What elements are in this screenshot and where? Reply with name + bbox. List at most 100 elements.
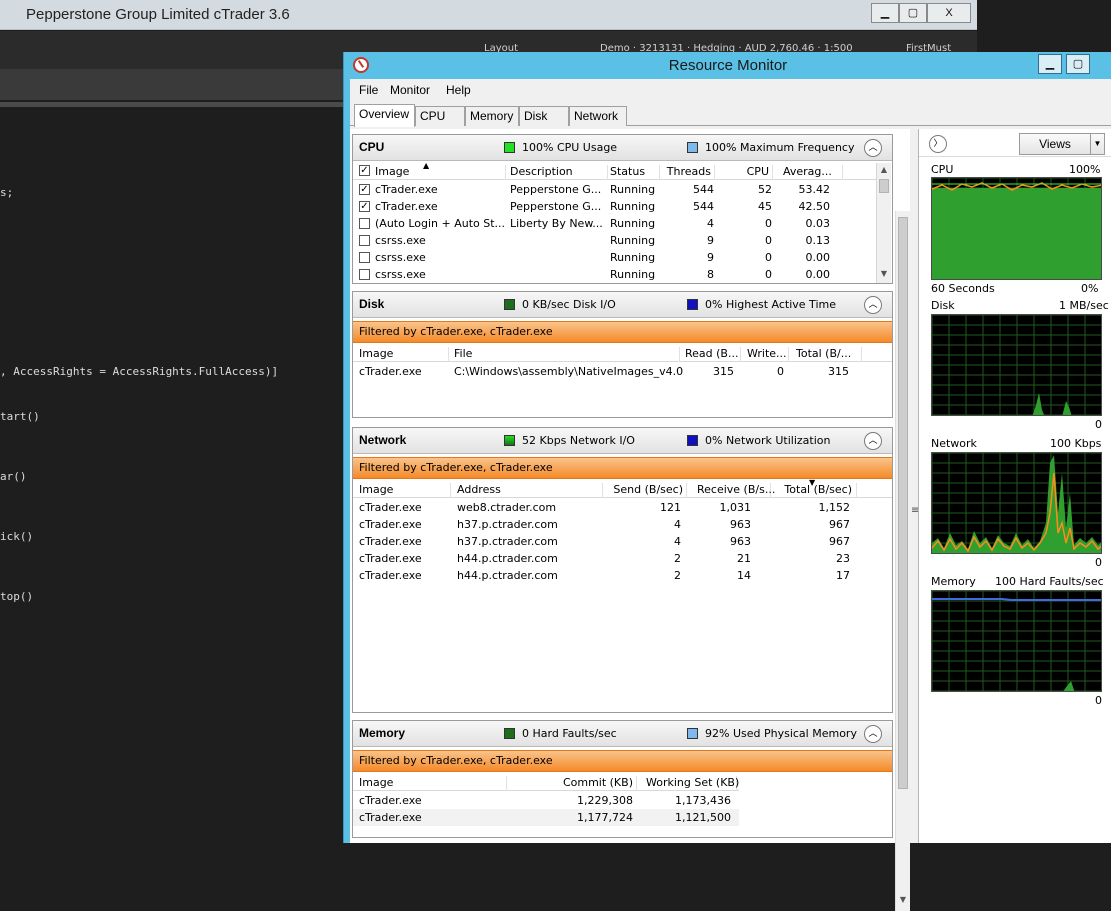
cpu-section-title: CPU xyxy=(359,140,385,154)
chevron-down-icon[interactable]: ▼ xyxy=(1090,134,1104,154)
table-row[interactable]: cTrader.exe 1,229,308 1,173,436 xyxy=(353,792,739,809)
col-send[interactable]: Send (B/sec) xyxy=(603,483,687,498)
scroll-down-icon[interactable]: ▼ xyxy=(877,267,891,281)
col-address[interactable]: Address xyxy=(457,483,603,498)
col-image[interactable]: Image xyxy=(359,347,449,362)
rm-maximize-button[interactable]: ▢ xyxy=(1066,54,1090,74)
col-threads[interactable]: Threads xyxy=(661,165,715,180)
col-image[interactable]: Image xyxy=(375,165,506,180)
cell-threads: 9 xyxy=(707,234,714,247)
table-row[interactable]: csrss.exe Running 8 0 0.00 xyxy=(353,266,876,283)
table-row[interactable]: cTrader.exe h37.p.ctrader.com 4 963 967 xyxy=(353,533,892,550)
col-receive[interactable]: Receive (B/s... xyxy=(691,483,775,498)
cpu-graph-label: CPU xyxy=(931,163,954,176)
ctrader-minimize-button[interactable]: ▁ xyxy=(871,3,899,23)
table-row[interactable]: cTrader.exe h37.p.ctrader.com 4 963 967 xyxy=(353,516,892,533)
max-frequency-swatch xyxy=(687,142,698,153)
cell-send: 2 xyxy=(674,552,681,565)
memory-section-header[interactable]: Memory 0 Hard Faults/sec 92% Used Physic… xyxy=(353,721,892,747)
overview-scrollbar[interactable]: ▼ xyxy=(895,211,910,911)
rm-title: Resource Monitor xyxy=(668,57,788,74)
col-cpu[interactable]: CPU xyxy=(717,165,773,180)
row-checkbox[interactable] xyxy=(359,269,370,280)
col-write[interactable]: Write... xyxy=(747,347,789,362)
network-collapse-icon[interactable]: ︿ xyxy=(864,432,882,450)
row-checkbox[interactable] xyxy=(359,235,370,246)
cell-average: 0.03 xyxy=(805,217,831,230)
cell-image: cTrader.exe xyxy=(359,535,422,548)
tab-memory[interactable]: Memory xyxy=(465,106,519,126)
col-image[interactable]: Image xyxy=(359,776,507,791)
graph-pane: 〉 Views ▼ CPU 100% 60 Seconds 0% Disk 1 … xyxy=(918,129,1111,843)
cell-address: web8.ctrader.com xyxy=(457,501,557,514)
table-row[interactable]: csrss.exe Running 9 0 0.13 xyxy=(353,232,876,249)
table-row[interactable]: ✓ cTrader.exe Pepperstone G... Running 544 45… xyxy=(353,198,876,215)
menu-file[interactable]: File xyxy=(359,83,378,97)
col-status[interactable]: Status xyxy=(610,165,660,180)
menu-monitor[interactable]: Monitor xyxy=(390,83,430,97)
menu-help[interactable]: Help xyxy=(446,83,471,97)
rm-titlebar[interactable]: Resource Monitor ▁ ▢ xyxy=(344,52,1111,79)
editor-tab-bar xyxy=(0,69,345,100)
cell-receive: 963 xyxy=(730,535,751,548)
table-row[interactable]: cTrader.exe h44.p.ctrader.com 2 21 23 xyxy=(353,550,892,567)
scroll-thumb[interactable] xyxy=(879,179,889,193)
table-row[interactable]: cTrader.exe C:\Windows\assembly\NativeIm… xyxy=(353,363,892,380)
col-average[interactable]: Averag... xyxy=(783,165,843,180)
tab-cpu[interactable]: CPU xyxy=(415,106,465,126)
table-row[interactable]: cTrader.exe h44.p.ctrader.com 2 14 17 xyxy=(353,567,892,584)
views-dropdown[interactable]: Views ▼ xyxy=(1019,133,1105,155)
row-checkbox[interactable]: ✓ xyxy=(359,201,370,212)
memory-collapse-icon[interactable]: ︿ xyxy=(864,725,882,743)
table-row[interactable]: cTrader.exe web8.ctrader.com 121 1,031 1,152 xyxy=(353,499,892,516)
cell-image: csrss.exe xyxy=(375,268,426,281)
col-description[interactable]: Description xyxy=(510,165,608,180)
network-graph xyxy=(931,452,1102,554)
col-read[interactable]: Read (B... xyxy=(685,347,741,362)
col-image[interactable]: Image xyxy=(359,483,451,498)
ctrader-close-button[interactable]: X xyxy=(927,3,971,23)
col-file[interactable]: File xyxy=(454,347,680,362)
rm-minimize-button[interactable]: ▁ xyxy=(1038,54,1062,74)
tab-network[interactable]: Network xyxy=(569,106,627,126)
disk-collapse-icon[interactable]: ︿ xyxy=(864,296,882,314)
cell-status: Running xyxy=(610,234,656,247)
used-memory: 92% Used Physical Memory xyxy=(705,727,857,740)
scroll-thumb[interactable] xyxy=(898,217,908,789)
col-total[interactable]: Total (B/... xyxy=(796,347,862,362)
scroll-down-icon[interactable]: ▼ xyxy=(896,895,910,904)
expand-pane-icon[interactable]: 〉 xyxy=(929,135,947,153)
disk-section-header[interactable]: Disk 0 KB/sec Disk I/O 0% Highest Active… xyxy=(353,292,892,318)
memory-section-title: Memory xyxy=(359,726,406,740)
cpu-collapse-icon[interactable]: ︿ xyxy=(864,139,882,157)
tab-overview[interactable]: Overview xyxy=(354,104,415,127)
memory-graph xyxy=(931,590,1102,692)
cpu-scrollbar[interactable]: ▲ ▼ xyxy=(876,163,891,283)
select-all-checkbox[interactable]: ✓ xyxy=(359,165,370,176)
code-line: tart() xyxy=(0,410,40,423)
cpu-section-header[interactable]: CPU 100% CPU Usage 100% Maximum Frequenc… xyxy=(353,135,892,161)
network-section-header[interactable]: Network 52 Kbps Network I/O 0% Network U… xyxy=(353,428,892,454)
memory-graph-max: 100 Hard Faults/sec xyxy=(995,575,1104,588)
table-row[interactable]: (Auto Login + Auto St... Liberty By New..… xyxy=(353,215,876,232)
cell-image: cTrader.exe xyxy=(375,183,438,196)
cell-commit: 1,229,308 xyxy=(577,794,633,807)
row-checkbox[interactable] xyxy=(359,252,370,263)
col-commit[interactable]: Commit (KB) xyxy=(509,776,637,791)
network-io-swatch xyxy=(504,435,515,446)
row-checkbox[interactable] xyxy=(359,218,370,229)
code-editor[interactable]: s; , AccessRights = AccessRights.FullAcc… xyxy=(0,108,345,843)
disk-io: 0 KB/sec Disk I/O xyxy=(522,298,616,311)
scroll-up-icon[interactable]: ▲ xyxy=(877,163,891,177)
memory-graph-svg xyxy=(932,591,1101,691)
network-graph-min: 0 xyxy=(1095,556,1102,569)
tab-disk[interactable]: Disk xyxy=(519,106,569,126)
table-row[interactable]: ✓ cTrader.exe Pepperstone G... Running 544 52… xyxy=(353,181,876,198)
table-row[interactable]: csrss.exe Running 9 0 0.00 xyxy=(353,249,876,266)
cell-total: 967 xyxy=(829,518,850,531)
row-checkbox[interactable]: ✓ xyxy=(359,184,370,195)
pane-splitter[interactable]: ≡ xyxy=(910,129,919,843)
table-row[interactable]: cTrader.exe 1,177,724 1,121,500 xyxy=(353,809,739,826)
ctrader-maximize-button[interactable]: ▢ xyxy=(899,3,927,23)
col-working-set[interactable]: Working Set (KB) xyxy=(643,776,739,791)
